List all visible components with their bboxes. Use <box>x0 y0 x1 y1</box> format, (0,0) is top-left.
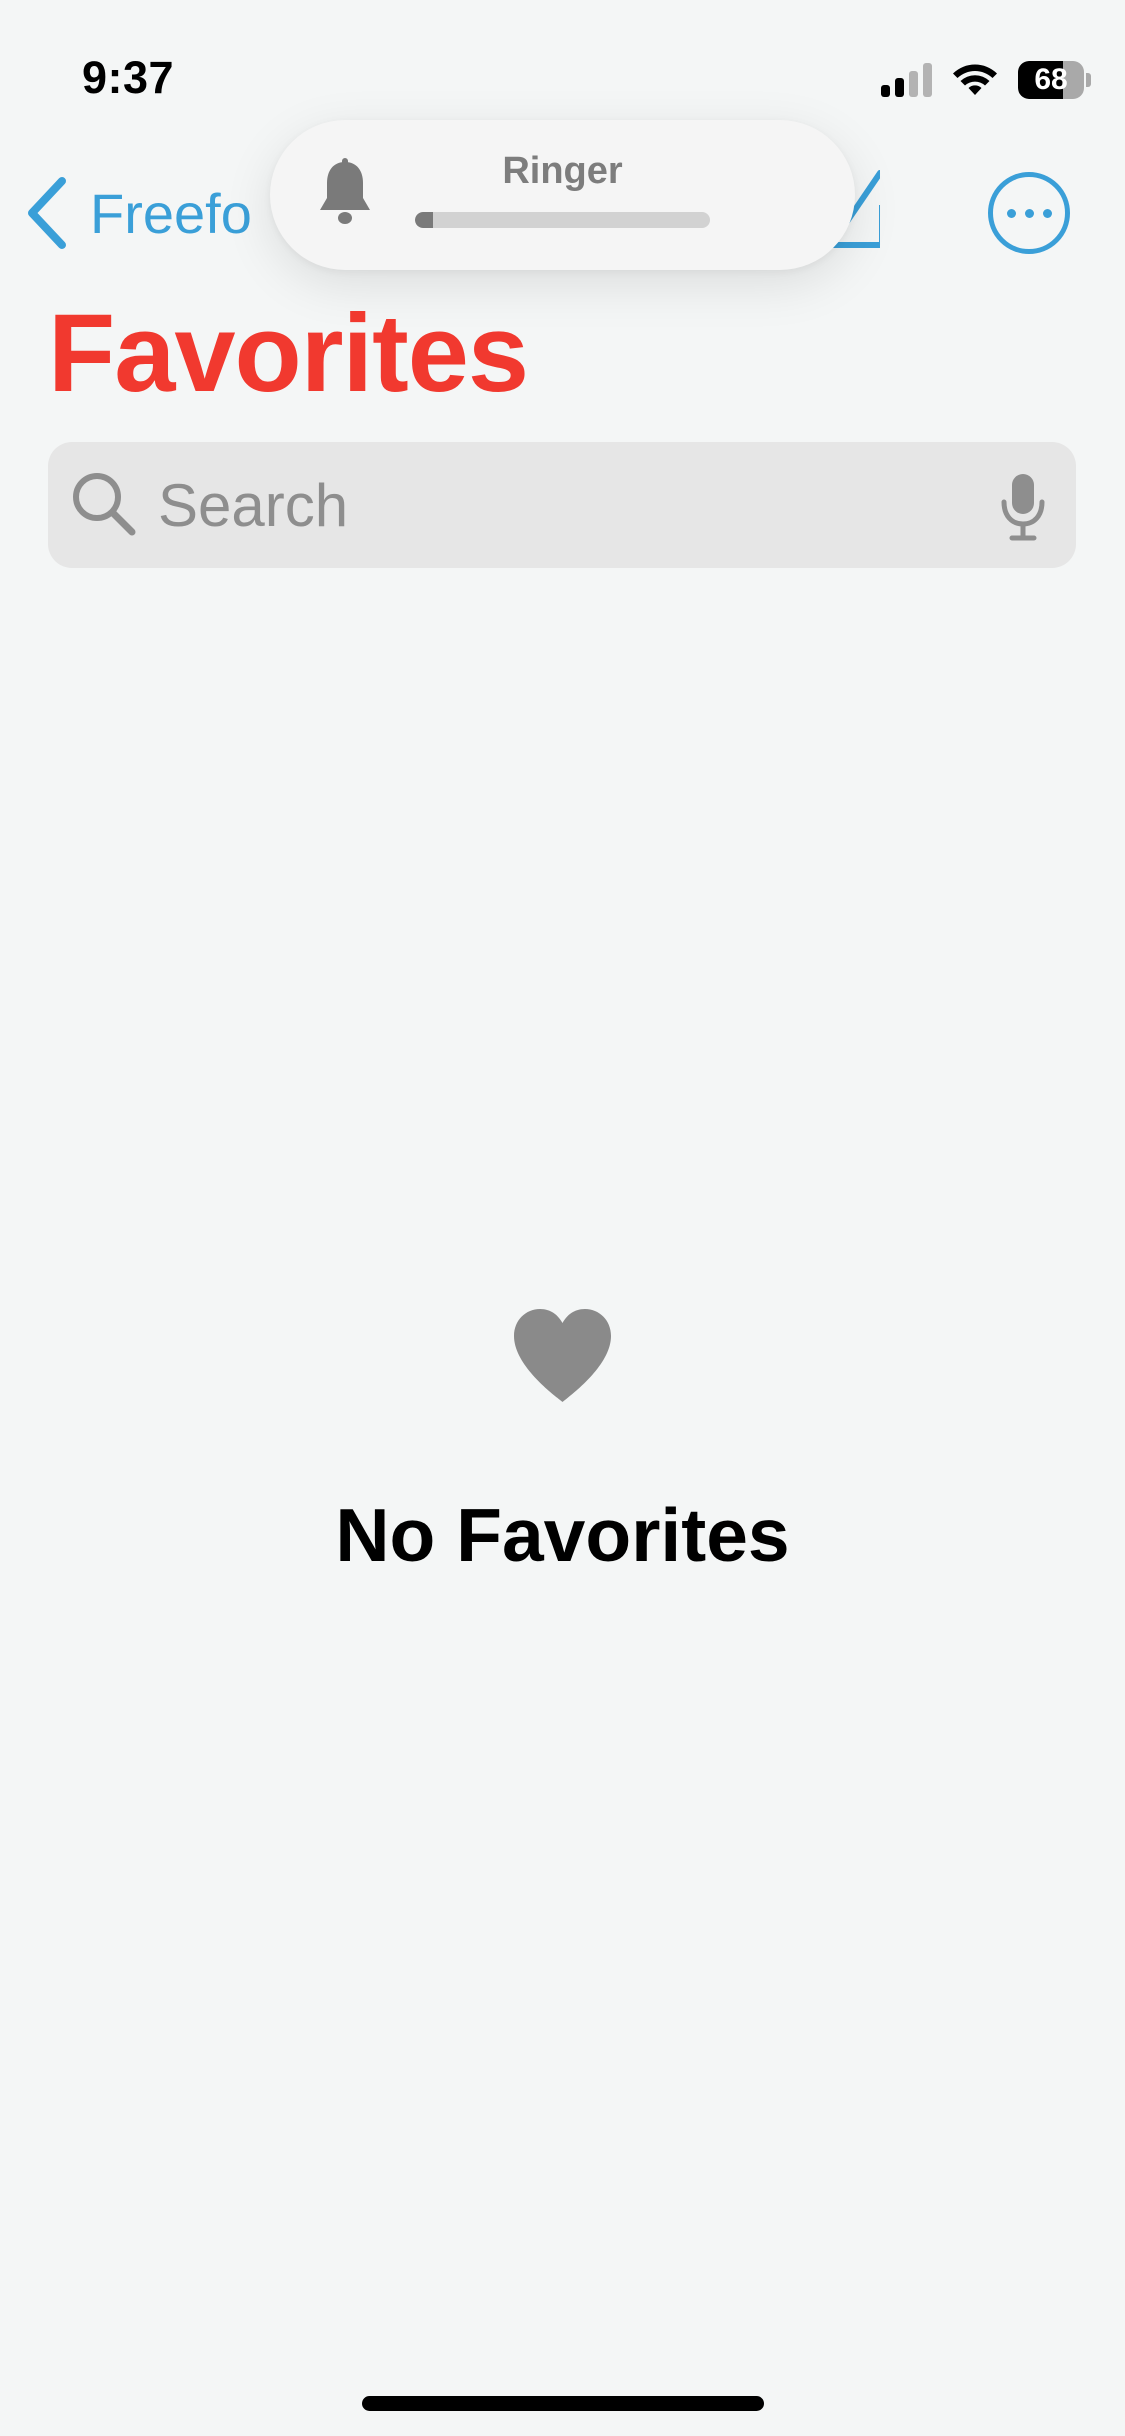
battery-icon: 68 <box>1018 61 1091 99</box>
search-bar <box>48 442 1076 568</box>
status-indicators: 68 <box>881 58 1091 102</box>
back-button-label: Freefo <box>90 181 252 245</box>
back-button[interactable]: Freefo <box>24 168 252 258</box>
more-options-button[interactable] <box>988 172 1070 254</box>
chevron-left-icon <box>28 177 66 249</box>
page-title: Favorites <box>48 292 529 415</box>
ringer-volume-hud: Ringer <box>270 120 855 270</box>
microphone-icon[interactable] <box>1000 472 1046 542</box>
heart-icon <box>514 1309 611 1402</box>
wifi-icon <box>952 63 998 97</box>
ellipsis-circle-icon <box>1006 208 1016 218</box>
empty-state-title: No Favorites <box>335 1493 790 1577</box>
battery-percent: 68 <box>1034 63 1068 96</box>
cellular-signal-icon <box>881 63 932 97</box>
home-indicator[interactable] <box>362 2396 764 2411</box>
search-input[interactable] <box>158 442 1008 568</box>
ringer-level-bar <box>415 212 710 228</box>
screen: 9:37 68 Freefo Ringer Favorites Search N… <box>0 0 1125 2436</box>
search-icon <box>73 473 136 536</box>
ringer-label: Ringer <box>502 150 623 192</box>
status-time: 9:37 <box>82 52 175 103</box>
